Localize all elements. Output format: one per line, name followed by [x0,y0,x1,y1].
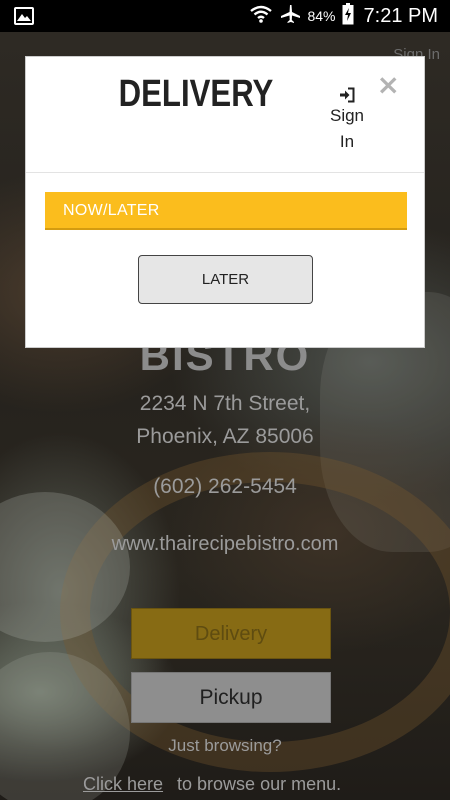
browse-menu-line: Click here to browse our menu. [83,774,341,795]
airplane-icon [279,4,301,28]
click-here-link: Click here [83,774,164,794]
sign-in-button[interactable]: Sign In [324,83,370,155]
now-later-selector[interactable]: NOW/LATER [45,192,407,230]
battery-percent: 84% [307,8,336,24]
pickup-button: Pickup [131,672,331,723]
delivery-button: Delivery [131,608,331,659]
website: www.thairecipebistro.com [111,533,339,555]
sign-in-label: Sign In [329,106,365,151]
delivery-modal: DELIVERY Sign In × NOW/LATER LATER [25,56,425,348]
battery-charging-icon [342,3,354,29]
wifi-icon [249,4,273,28]
sign-in-icon [340,87,355,103]
close-icon[interactable]: × [377,71,400,99]
clock: 7:21 PM [363,4,438,27]
modal-title: DELIVERY [118,73,274,115]
status-bar: 84% 7:21 PM [0,0,450,32]
address-line-2: Phoenix, AZ 85006 [136,425,314,448]
modal-divider [26,172,424,173]
browse-menu-text: to browse our menu. [177,774,342,794]
later-button[interactable]: LATER [138,255,313,304]
gallery-icon [14,7,34,25]
status-bar-right: 84% 7:21 PM [249,0,438,32]
phone-number: (602) 262-5454 [153,475,297,498]
address-line-1: 2234 N 7th Street, [139,392,311,415]
browsing-text: Just browsing? [168,736,282,755]
